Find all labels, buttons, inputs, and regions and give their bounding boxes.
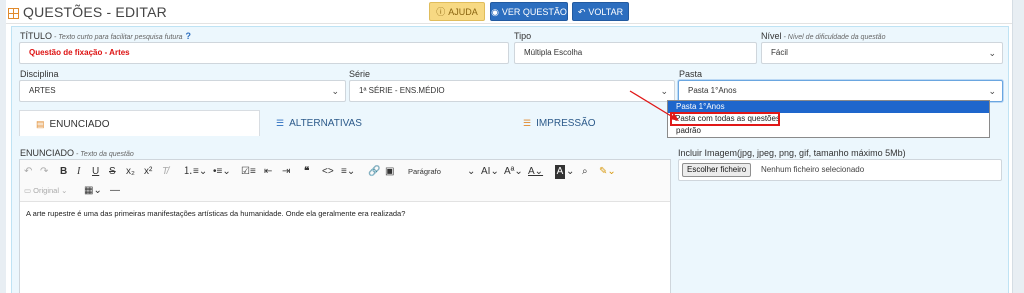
nivel-hint: - Nível de dificuldade da questão [783, 34, 886, 41]
editor-toolbar: ↶ ↷ B I U S x₂ x² T̸ ⒈≡⌄ •≡⌄ ☑≡ ⇤ ⇥ ❝ <>… [20, 160, 670, 202]
serie-label: Série [349, 69, 371, 79]
help-button[interactable]: ⓘ AJUDA [429, 2, 485, 21]
bold-icon[interactable]: B [60, 165, 67, 179]
serie-select[interactable]: 1ª SÉRIE - ENS.MÉDIO ⌄ [349, 80, 675, 102]
titulo-hint: - Texto curto para facilitar pesquisa fu… [54, 34, 183, 41]
blockquote-icon[interactable]: ❝ [304, 165, 309, 179]
tab-enunciado-label: ENUNCIADO [49, 119, 110, 130]
strikethrough-icon[interactable]: S [109, 165, 116, 179]
document-icon: ▤ [36, 119, 45, 129]
back-button[interactable]: ↶ VOLTAR [572, 2, 629, 21]
pasta-dropdown-list: Pasta 1°Anos Pasta com todas as questões… [667, 100, 990, 138]
nivel-value: Fácil [771, 48, 788, 57]
titulo-input[interactable]: Questão de fixação - Artes [19, 42, 509, 64]
disciplina-label: Disciplina [20, 69, 59, 79]
view-question-label: VER QUESTÃO [501, 7, 567, 17]
list-icon: ☰ [276, 118, 285, 128]
list-icon: ☰ [523, 118, 532, 128]
titulo-label-row: TÍTULO - Texto curto para facilitar pesqu… [20, 31, 191, 41]
chevron-down-icon: ⌄ [331, 86, 339, 96]
editor-content[interactable]: A arte rupestre é uma das primeiras mani… [26, 209, 405, 218]
link-icon[interactable]: 🔗 [368, 165, 380, 179]
tipo-label: Tipo [514, 31, 532, 41]
nivel-label: Nível [761, 31, 782, 41]
original-select-label: Original [33, 186, 60, 195]
choose-file-button[interactable]: Escolher ficheiro [682, 163, 752, 177]
paragraph-select-label: Parágrafo [408, 167, 441, 176]
font-family-icon[interactable]: Aª⌄ [504, 165, 523, 179]
tab-enunciado[interactable]: ▤ ENUNCIADO [19, 110, 260, 136]
highlight-icon[interactable]: ✎⌄ [599, 165, 616, 179]
nivel-select[interactable]: Fácil ⌄ [761, 42, 1003, 64]
clear-format-icon[interactable]: T̸ [162, 165, 168, 179]
tab-alternativas[interactable]: ☰ ALTERNATIVAS [276, 110, 362, 136]
pasta-value: Pasta 1°Anos [688, 86, 737, 95]
bulleted-list-icon[interactable]: •≡⌄ [213, 165, 231, 179]
pasta-option[interactable]: Pasta com todas as questões [670, 112, 780, 126]
table-icon[interactable]: ▦⌄ [84, 184, 102, 198]
pasta-label: Pasta [679, 69, 703, 79]
chevron-down-icon: ⌄ [988, 86, 996, 96]
help-mark-icon[interactable]: ? [186, 31, 192, 41]
image-icon[interactable]: ▣ [385, 165, 394, 179]
chevron-down-icon[interactable]: ⌄ [467, 165, 475, 179]
grid-icon [8, 6, 19, 19]
tab-alternativas-label: ALTERNATIVAS [289, 118, 362, 129]
titulo-label: TÍTULO [20, 31, 53, 41]
enunciado-hint: - Texto da questão [76, 151, 134, 158]
eye-icon: ◉ [491, 7, 499, 17]
horizontal-line-icon[interactable]: — [110, 184, 120, 198]
checklist-icon[interactable]: ☑≡ [241, 165, 256, 179]
chevron-down-icon: ⌄ [988, 48, 996, 58]
chevron-down-icon: ⌄ [660, 86, 668, 96]
disciplina-value: ARTES [29, 86, 56, 95]
page-header: QUESTÕES - EDITAR ⓘ AJUDA ◉ VER QUESTÃO ↶ V… [6, 0, 1012, 24]
numbered-list-icon[interactable]: ⒈≡⌄ [183, 165, 207, 179]
back-button-label: VOLTAR [588, 7, 624, 17]
tab-impressao[interactable]: ☰ IMPRESSÃO [523, 110, 596, 136]
page-title: QUESTÕES - EDITAR [23, 4, 167, 20]
nivel-label-row: Nível - Nível de dificuldade da questão [761, 31, 885, 41]
enunciado-label-row: ENUNCIADO - Texto da questão [20, 148, 134, 158]
undo-icon[interactable]: ↶ [24, 165, 32, 179]
tipo-value: Múltipla Escolha [524, 48, 583, 57]
subscript-icon[interactable]: x₂ [126, 165, 135, 179]
chevron-down-icon[interactable]: ⌄ [566, 165, 574, 179]
help-button-label: AJUDA [448, 7, 478, 17]
find-replace-icon[interactable]: ⌕ [582, 165, 588, 179]
original-select[interactable]: ▭ Original ⌄ [24, 184, 67, 198]
image-upload-field: Escolher ficheiro Nenhum ficheiro seleci… [678, 159, 1002, 181]
font-color-icon[interactable]: A⌄ [528, 165, 543, 179]
file-status: Nenhum ficheiro selecionado [761, 165, 865, 174]
underline-icon[interactable]: U [92, 165, 99, 179]
superscript-icon[interactable]: x² [144, 165, 152, 179]
font-size-icon[interactable]: AI⌄ [481, 165, 499, 179]
outdent-icon[interactable]: ⇤ [264, 165, 272, 179]
paragraph-select[interactable]: Parágrafo [408, 165, 441, 179]
question-form-panel: TÍTULO - Texto curto para facilitar pesqu… [11, 26, 1009, 293]
scrollbar[interactable] [1012, 0, 1024, 293]
undo-arrow-icon: ↶ [577, 7, 586, 17]
app-window: QUESTÕES - EDITAR ⓘ AJUDA ◉ VER QUESTÃO ↶ V… [0, 0, 1024, 293]
enunciado-label: ENUNCIADO [20, 148, 75, 158]
redo-icon[interactable]: ↷ [40, 165, 48, 179]
disciplina-select[interactable]: ARTES ⌄ [19, 80, 346, 102]
pasta-option[interactable]: padrão [668, 125, 989, 137]
tab-impressao-label: IMPRESSÃO [536, 118, 596, 129]
pasta-select[interactable]: Pasta 1°Anos ⌄ [678, 80, 1003, 102]
tipo-select[interactable]: Múltipla Escolha [514, 42, 757, 64]
rich-text-editor[interactable]: ↶ ↷ B I U S x₂ x² T̸ ⒈≡⌄ •≡⌄ ☑≡ ⇤ ⇥ ❝ <>… [19, 159, 671, 293]
serie-value: 1ª SÉRIE - ENS.MÉDIO [359, 86, 445, 95]
image-upload-label: Incluir Imagem(jpg, jpeg, png, gif, tama… [678, 148, 906, 158]
pasta-option[interactable]: Pasta 1°Anos [668, 101, 989, 113]
italic-icon[interactable]: I [77, 165, 80, 179]
align-icon[interactable]: ≡⌄ [341, 165, 355, 179]
question-circle-icon: ⓘ [436, 7, 446, 17]
code-icon[interactable]: <> [322, 165, 334, 179]
view-question-button[interactable]: ◉ VER QUESTÃO [490, 2, 568, 21]
left-frame [0, 0, 6, 293]
background-color-icon[interactable]: A [555, 165, 565, 179]
indent-icon[interactable]: ⇥ [282, 165, 290, 179]
